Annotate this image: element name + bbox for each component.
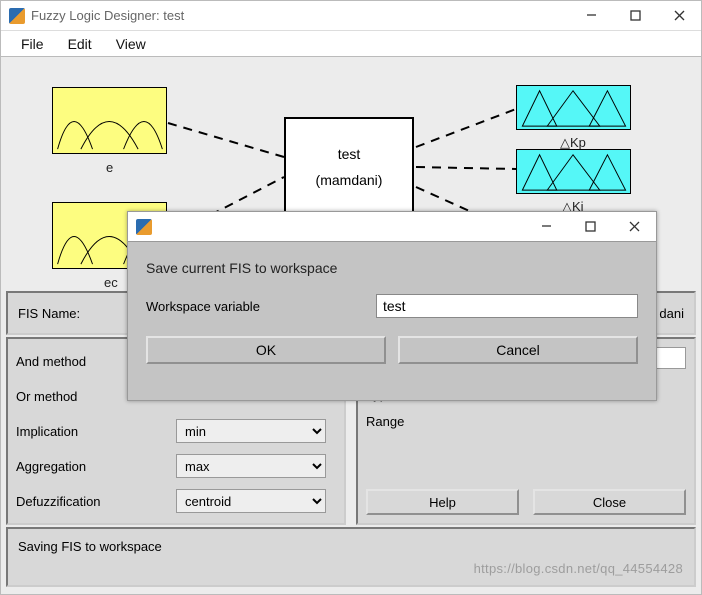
range-label: Range bbox=[366, 414, 404, 429]
titlebar: Fuzzy Logic Designer: test bbox=[1, 1, 701, 31]
output-variable-kp[interactable] bbox=[516, 85, 631, 130]
dialog-close-button[interactable] bbox=[612, 212, 656, 242]
save-to-workspace-dialog: Save current FIS to workspace Workspace … bbox=[127, 211, 657, 401]
window-buttons bbox=[569, 1, 701, 31]
help-button[interactable]: Help bbox=[366, 489, 519, 515]
system-name-label: test bbox=[338, 146, 361, 162]
workspace-variable-input[interactable] bbox=[376, 294, 638, 318]
rule-system-box[interactable]: test (mamdani) bbox=[284, 117, 414, 217]
workspace-variable-label: Workspace variable bbox=[146, 299, 346, 314]
app-icon bbox=[9, 8, 25, 24]
aggregation-label: Aggregation bbox=[16, 459, 176, 474]
status-text: Saving FIS to workspace bbox=[18, 539, 162, 554]
maximize-button[interactable] bbox=[613, 1, 657, 31]
input-label-ec: ec bbox=[104, 275, 118, 290]
implication-label: Implication bbox=[16, 424, 176, 439]
dialog-heading: Save current FIS to workspace bbox=[146, 260, 638, 276]
ok-button[interactable]: OK bbox=[146, 336, 386, 364]
input-variable-e[interactable] bbox=[52, 87, 167, 154]
output-variable-ki[interactable] bbox=[516, 149, 631, 194]
close-app-button[interactable]: Close bbox=[533, 489, 686, 515]
dialog-minimize-button[interactable] bbox=[524, 212, 568, 242]
minimize-button[interactable] bbox=[569, 1, 613, 31]
implication-select[interactable]: min bbox=[176, 419, 326, 443]
fis-type-value: dani bbox=[659, 306, 684, 321]
defuzzification-select[interactable]: centroid bbox=[176, 489, 326, 513]
system-type-label: (mamdani) bbox=[316, 172, 383, 188]
status-panel: Saving FIS to workspace bbox=[6, 527, 696, 587]
menu-view[interactable]: View bbox=[106, 34, 156, 54]
watermark-text: https://blog.csdn.net/qq_44554428 bbox=[474, 561, 683, 576]
menu-edit[interactable]: Edit bbox=[58, 34, 102, 54]
defuzzification-label: Defuzzification bbox=[16, 494, 176, 509]
close-button[interactable] bbox=[657, 1, 701, 31]
input-label-e: e bbox=[106, 160, 113, 175]
main-window: Fuzzy Logic Designer: test File Edit Vie… bbox=[0, 0, 702, 595]
menu-file[interactable]: File bbox=[11, 34, 54, 54]
menubar: File Edit View bbox=[1, 31, 701, 57]
aggregation-select[interactable]: max bbox=[176, 454, 326, 478]
window-title: Fuzzy Logic Designer: test bbox=[31, 8, 569, 23]
dialog-app-icon bbox=[136, 219, 152, 235]
dialog-maximize-button[interactable] bbox=[568, 212, 612, 242]
cancel-button[interactable]: Cancel bbox=[398, 336, 638, 364]
dialog-titlebar bbox=[128, 212, 656, 242]
